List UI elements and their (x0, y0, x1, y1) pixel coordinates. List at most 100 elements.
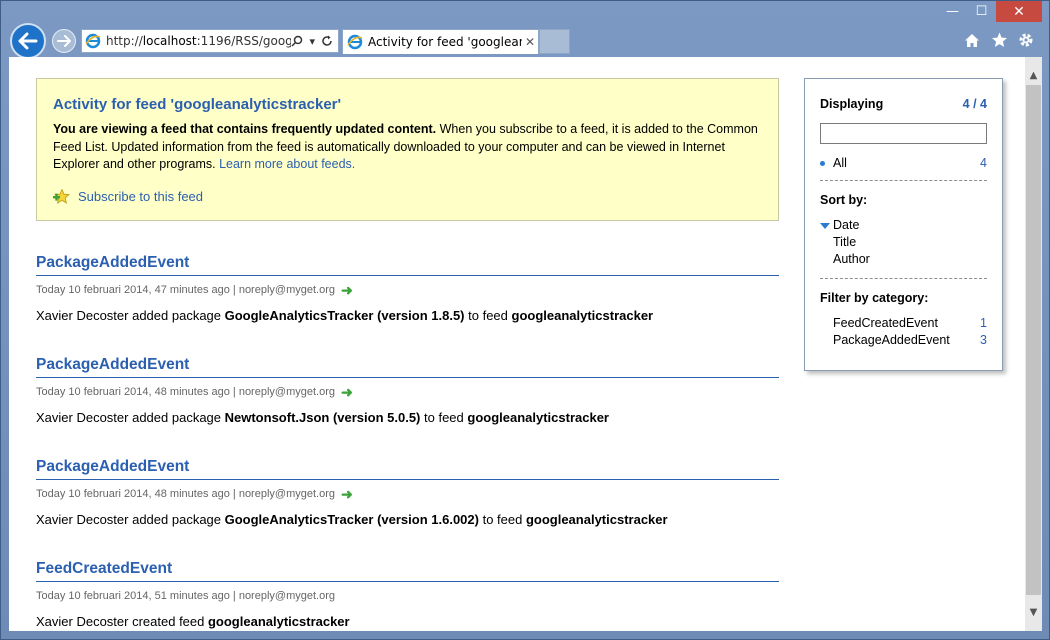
sort-option-date[interactable]: Date (820, 217, 987, 234)
ie-logo-icon (347, 34, 363, 50)
browser-toolbar (963, 30, 1035, 50)
feed-entry: FeedCreatedEvent Today 10 februari 2014,… (36, 560, 779, 629)
close-window-button[interactable]: ✕ (996, 1, 1042, 22)
displaying-count: 4 / 4 (962, 97, 987, 111)
minimize-button[interactable]: — (938, 1, 967, 22)
entry-meta: Today 10 februari 2014, 47 minutes ago |… (36, 283, 779, 297)
entry-package: GoogleAnalyticsTracker (version 1.6.002) (224, 512, 479, 527)
forward-arrow-icon (57, 35, 71, 47)
home-icon[interactable] (963, 30, 981, 50)
entry-meta-text: Today 10 februari 2014, 48 minutes ago |… (36, 488, 335, 500)
sort-options: Date Title Author (820, 217, 987, 268)
maximize-button[interactable]: ☐ (967, 1, 996, 22)
sort-descending-icon (820, 222, 830, 229)
category-item[interactable]: FeedCreatedEvent 1 (820, 315, 987, 332)
sort-by-label: Sort by: (820, 193, 868, 207)
scroll-up-icon[interactable]: ▲ (1025, 67, 1042, 84)
entry-body-pre: Xavier Decoster added package (36, 512, 225, 527)
entry-body-mid: to feed (478, 512, 526, 527)
filter-search-input[interactable] (820, 123, 987, 144)
entry-body: Xavier Decoster added package GoogleAnal… (36, 308, 779, 323)
go-arrow-icon[interactable]: ➜ (341, 283, 353, 297)
entry-package: GoogleAnalyticsTracker (version 1.8.5) (224, 308, 465, 323)
divider (820, 278, 987, 279)
learn-more-link[interactable]: Learn more about feeds. (219, 157, 355, 171)
entry-meta: Today 10 februari 2014, 51 minutes ago |… (36, 590, 779, 602)
favorites-star-icon[interactable] (990, 30, 1008, 50)
entry-feed: googleanalyticstracker (511, 308, 654, 323)
feed-description-lead: You are viewing a feed that contains fre… (53, 122, 437, 136)
dropdown-chevron-icon[interactable]: ▾ (309, 35, 315, 48)
category-count: 3 (980, 333, 987, 347)
url-path: :1196/RSS/google (196, 34, 292, 48)
category-name: PackageAddedEvent (833, 333, 950, 347)
forward-button[interactable] (52, 29, 76, 53)
entry-package: Newtonsoft.Json (version 5.0.5) (224, 410, 421, 425)
sort-option-title[interactable]: Title (820, 234, 987, 251)
go-arrow-icon[interactable]: ➜ (341, 487, 353, 501)
tab-title: Activity for feed 'googleana... (368, 35, 522, 49)
subscribe-link[interactable]: Subscribe to this feed (78, 189, 203, 204)
entry-body: Xavier Decoster created feed googleanaly… (36, 614, 779, 629)
entry-meta-text: Today 10 februari 2014, 47 minutes ago |… (36, 284, 335, 296)
displaying-label: Displaying (820, 97, 884, 111)
displaying-header: Displaying 4 / 4 (820, 97, 987, 111)
url-host: localhost (142, 34, 197, 48)
subscribe-row[interactable]: Subscribe to this feed (53, 188, 762, 205)
entry-meta-text: Today 10 februari 2014, 51 minutes ago |… (36, 590, 335, 602)
ie-logo-icon (85, 33, 101, 49)
category-list: FeedCreatedEvent 1 PackageAddedEvent 3 (820, 315, 987, 349)
page-content: Activity for feed 'googleanalyticstracke… (9, 57, 1042, 631)
back-arrow-icon (18, 32, 38, 50)
browser-window: — ☐ ✕ http://localhost:1196/RSS/google ▾ (0, 0, 1050, 640)
entry-feed: googleanalyticstracker (525, 512, 668, 527)
entry-body-pre: Xavier Decoster added package (36, 410, 225, 425)
filter-all[interactable]: All 4 (820, 156, 987, 170)
entry-feed: googleanalyticstracker (207, 614, 350, 629)
feed-info-box: Activity for feed 'googleanalyticstracke… (36, 78, 779, 221)
search-icon[interactable] (291, 35, 303, 47)
entry-meta: Today 10 februari 2014, 48 minutes ago |… (36, 385, 779, 399)
scroll-down-icon[interactable]: ▼ (1025, 604, 1042, 621)
entry-title[interactable]: PackageAddedEvent (36, 254, 779, 276)
sort-option-author[interactable]: Author (820, 251, 987, 268)
entry-title[interactable]: PackageAddedEvent (36, 356, 779, 378)
entry-feed: googleanalyticstracker (467, 410, 609, 425)
category-count: 1 (980, 316, 987, 330)
refresh-icon[interactable] (321, 35, 333, 47)
entry-title[interactable]: PackageAddedEvent (36, 458, 779, 480)
settings-gear-icon[interactable] (1017, 30, 1035, 50)
filter-by-category-label: Filter by category: (820, 291, 929, 305)
divider (820, 180, 987, 181)
feed-filter-panel: Displaying 4 / 4 All 4 Sort by: Date Tit… (804, 78, 1003, 371)
entry-body-pre: Xavier Decoster added package (36, 308, 225, 323)
entry-body-mid: to feed (464, 308, 512, 323)
vertical-scrollbar[interactable]: ▲ ▼ (1025, 57, 1042, 631)
window-controls: — ☐ ✕ (938, 1, 1042, 22)
go-arrow-icon[interactable]: ➜ (341, 385, 353, 399)
filter-all-count: 4 (980, 156, 987, 170)
entry-meta-text: Today 10 februari 2014, 48 minutes ago |… (36, 386, 335, 398)
tab-close-icon[interactable]: ✕ (522, 35, 538, 49)
category-item[interactable]: PackageAddedEvent 3 (820, 332, 987, 349)
entry-body: Xavier Decoster added package Newtonsoft… (36, 410, 779, 425)
feed-title: Activity for feed 'googleanalyticstracke… (53, 96, 342, 113)
entry-body: Xavier Decoster added package GoogleAnal… (36, 512, 779, 527)
feed-entry: PackageAddedEvent Today 10 februari 2014… (36, 254, 779, 323)
category-name: FeedCreatedEvent (833, 316, 938, 330)
entry-meta: Today 10 februari 2014, 48 minutes ago |… (36, 487, 779, 501)
scroll-thumb[interactable] (1026, 85, 1041, 595)
address-url[interactable]: http://localhost:1196/RSS/google (106, 34, 291, 48)
feed-description: You are viewing a feed that contains fre… (53, 121, 762, 174)
subscribe-star-icon (53, 188, 70, 204)
entry-body-mid: to feed (420, 410, 468, 425)
entry-body-pre: Xavier Decoster created feed (36, 614, 208, 629)
back-button[interactable] (10, 23, 46, 59)
new-tab-button[interactable] (539, 29, 570, 54)
feed-entry: PackageAddedEvent Today 10 februari 2014… (36, 458, 779, 527)
entry-title[interactable]: FeedCreatedEvent (36, 560, 779, 582)
address-bar[interactable]: http://localhost:1196/RSS/google ▾ (81, 29, 339, 53)
sort-option-label: Date (833, 218, 860, 232)
feed-entry: PackageAddedEvent Today 10 februari 2014… (36, 356, 779, 425)
tab-active[interactable]: Activity for feed 'googleana... ✕ (342, 29, 539, 54)
